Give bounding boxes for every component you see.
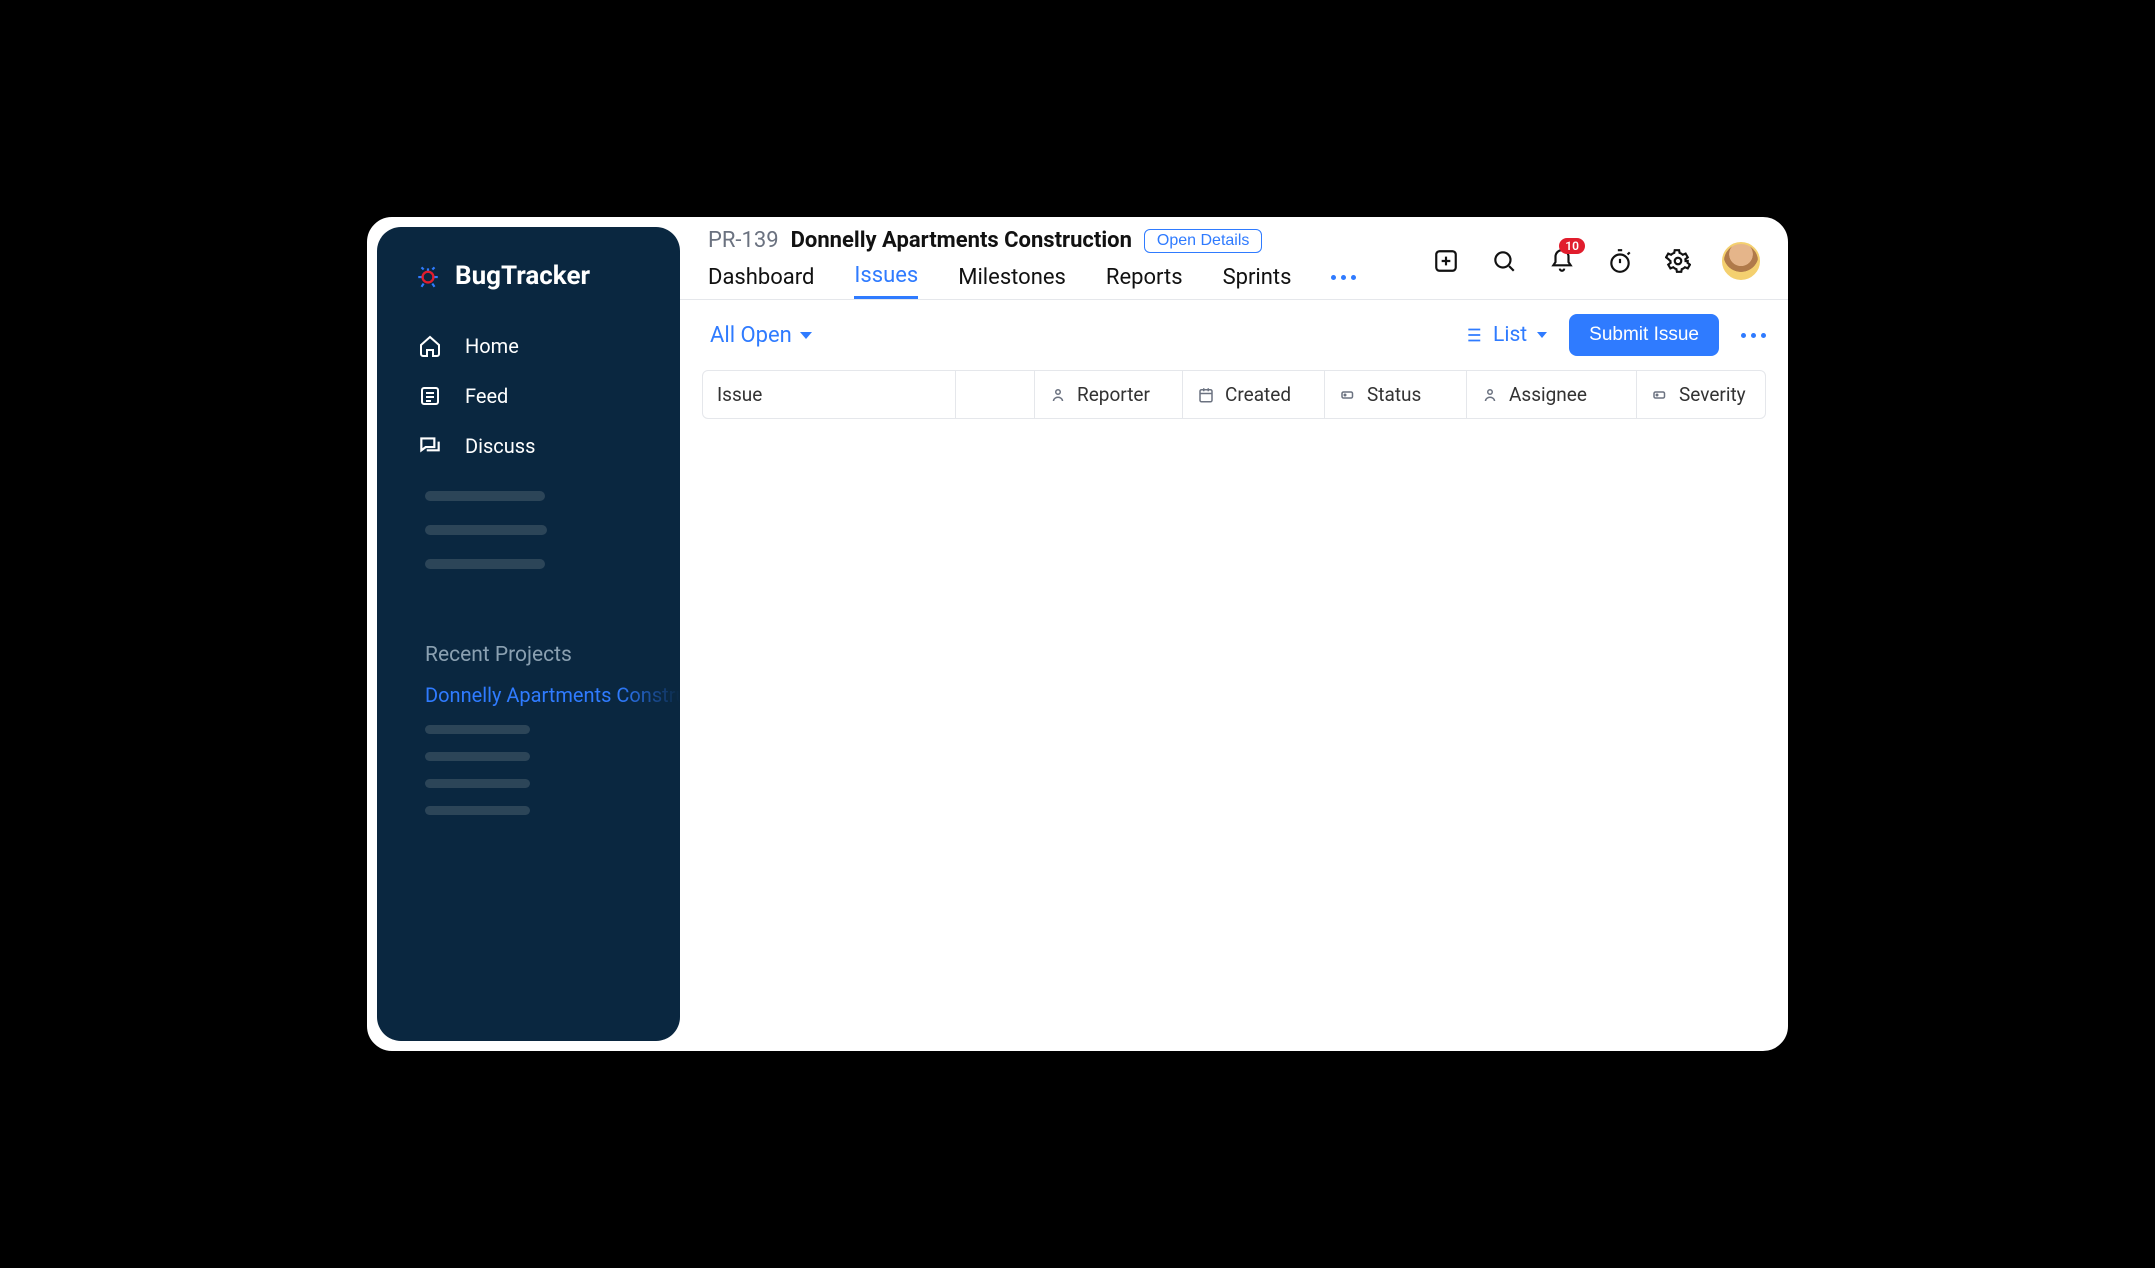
stopwatch-icon bbox=[1607, 248, 1633, 274]
column-header-issue[interactable]: Issue bbox=[703, 371, 956, 418]
sidebar-item-label: Feed bbox=[465, 384, 508, 408]
filter-label: All Open bbox=[710, 323, 792, 348]
filter-dropdown[interactable]: All Open bbox=[710, 323, 812, 348]
sidebar-item-label: Home bbox=[465, 334, 519, 358]
sidebar-item-label: Discuss bbox=[465, 434, 535, 458]
notifications-button[interactable]: 10 bbox=[1548, 247, 1576, 275]
tabs: Dashboard Issues Milestones Reports Spri… bbox=[708, 253, 1356, 299]
sidebar-item-home[interactable]: Home bbox=[407, 321, 660, 371]
recent-projects-title: Recent Projects bbox=[377, 593, 680, 681]
app-name: BugTracker bbox=[455, 261, 590, 291]
sidebar: BugTracker Home Feed Discuss bbox=[377, 227, 680, 1041]
column-label: Reporter bbox=[1077, 383, 1150, 406]
recent-project-link[interactable]: Donnelly Apartments Construction bbox=[377, 681, 680, 725]
plus-square-icon bbox=[1433, 248, 1459, 274]
column-label: Status bbox=[1367, 383, 1421, 406]
filter-more-button[interactable] bbox=[1741, 333, 1766, 338]
column-label: Severity bbox=[1679, 383, 1746, 406]
project-title-row: PR-139 Donnelly Apartments Construction … bbox=[708, 226, 1356, 253]
column-label: Created bbox=[1225, 383, 1291, 406]
chevron-down-icon bbox=[800, 332, 812, 339]
column-header-assignee[interactable]: Assignee bbox=[1467, 371, 1637, 418]
filter-bar: All Open List Submit Issue bbox=[680, 300, 1788, 370]
add-button[interactable] bbox=[1432, 247, 1460, 275]
tab-milestones[interactable]: Milestones bbox=[958, 265, 1066, 298]
sidebar-item-discuss[interactable]: Discuss bbox=[407, 421, 660, 471]
tab-sprints[interactable]: Sprints bbox=[1223, 265, 1292, 298]
view-label: List bbox=[1493, 323, 1527, 347]
skeleton-line bbox=[425, 559, 545, 569]
app-logo[interactable]: BugTracker bbox=[377, 251, 680, 321]
user-icon bbox=[1481, 386, 1499, 404]
skeleton-line bbox=[425, 752, 530, 761]
tab-reports[interactable]: Reports bbox=[1106, 265, 1183, 298]
user-icon bbox=[1049, 386, 1067, 404]
notification-badge: 10 bbox=[1559, 238, 1585, 254]
column-header-reporter[interactable]: Reporter bbox=[1035, 371, 1183, 418]
tabs-more-button[interactable] bbox=[1331, 275, 1356, 288]
skeleton-line bbox=[425, 806, 530, 815]
sidebar-nav: Home Feed Discuss bbox=[377, 321, 680, 471]
view-switcher[interactable]: List bbox=[1461, 323, 1547, 347]
tab-issues[interactable]: Issues bbox=[854, 263, 918, 299]
open-details-button[interactable]: Open Details bbox=[1144, 229, 1263, 253]
app-window: BugTracker Home Feed Discuss bbox=[364, 214, 1791, 1054]
column-label: Assignee bbox=[1509, 383, 1587, 406]
topbar-right: 10 bbox=[1432, 226, 1760, 280]
column-header-created[interactable]: Created bbox=[1183, 371, 1325, 418]
project-code: PR-139 bbox=[708, 228, 779, 253]
more-horizontal-icon bbox=[1331, 275, 1356, 280]
skeleton-line bbox=[425, 725, 530, 734]
tag-icon bbox=[1339, 386, 1357, 404]
home-icon bbox=[417, 333, 443, 359]
main-content: PR-139 Donnelly Apartments Construction … bbox=[680, 217, 1788, 1051]
skeleton-line bbox=[425, 525, 547, 535]
topbar-left: PR-139 Donnelly Apartments Construction … bbox=[708, 226, 1356, 299]
submit-issue-button[interactable]: Submit Issue bbox=[1569, 314, 1719, 356]
filter-right: List Submit Issue bbox=[1461, 314, 1766, 356]
settings-button[interactable] bbox=[1664, 247, 1692, 275]
timer-button[interactable] bbox=[1606, 247, 1634, 275]
issues-table-header: Issue Reporter Created Status bbox=[702, 370, 1766, 419]
sidebar-item-feed[interactable]: Feed bbox=[407, 371, 660, 421]
skeleton-line bbox=[425, 779, 530, 788]
chevron-down-icon bbox=[1537, 332, 1547, 338]
gear-icon bbox=[1665, 248, 1691, 274]
list-icon bbox=[1461, 324, 1483, 346]
bug-icon bbox=[415, 263, 441, 289]
topbar: PR-139 Donnelly Apartments Construction … bbox=[680, 217, 1788, 299]
search-icon bbox=[1491, 248, 1517, 274]
column-header-status[interactable]: Status bbox=[1325, 371, 1467, 418]
sidebar-skeleton bbox=[377, 471, 680, 593]
column-header-blank bbox=[956, 371, 1035, 418]
user-avatar[interactable] bbox=[1722, 242, 1760, 280]
tag-icon bbox=[1651, 386, 1669, 404]
search-button[interactable] bbox=[1490, 247, 1518, 275]
discuss-icon bbox=[417, 433, 443, 459]
feed-icon bbox=[417, 383, 443, 409]
column-header-severity[interactable]: Severity bbox=[1637, 371, 1765, 418]
more-horizontal-icon bbox=[1741, 333, 1766, 338]
skeleton-line bbox=[425, 491, 545, 501]
tab-dashboard[interactable]: Dashboard bbox=[708, 265, 814, 298]
project-name: Donnelly Apartments Construction bbox=[791, 228, 1132, 253]
column-label: Issue bbox=[717, 383, 762, 406]
recent-projects-skeleton bbox=[377, 725, 680, 833]
calendar-icon bbox=[1197, 386, 1215, 404]
